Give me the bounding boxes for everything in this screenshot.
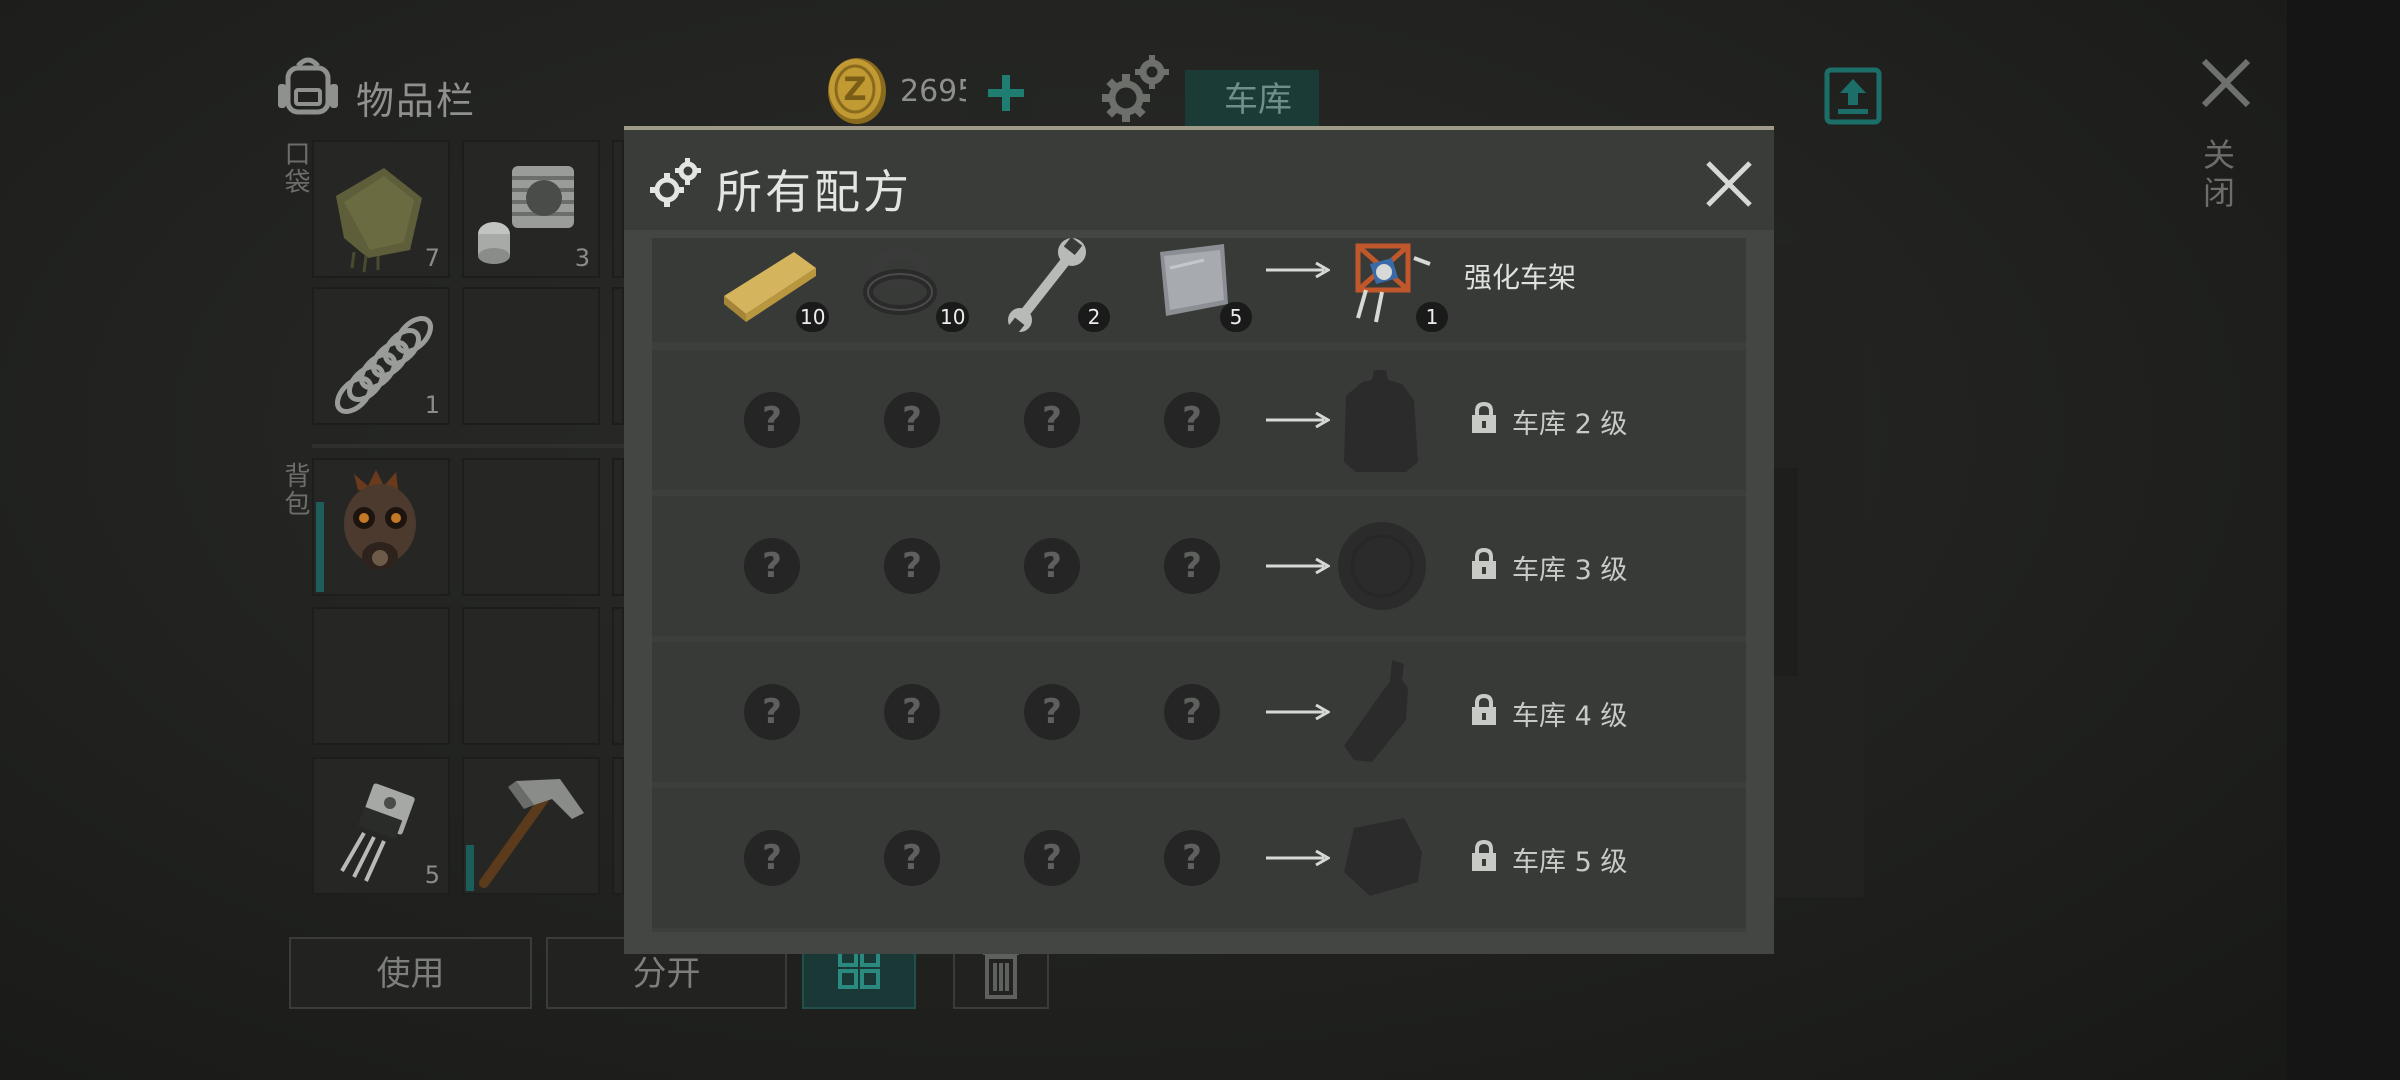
unknown-ingredient-icon: ?	[1024, 684, 1080, 740]
inventory-slot-partial[interactable]	[612, 607, 624, 745]
unknown-ingredient-icon: ?	[1164, 392, 1220, 448]
lock-label: 车库 4 级	[1512, 701, 1628, 732]
inventory-slot-partial[interactable]	[612, 757, 624, 895]
recipe-row-locked[interactable]: ? ? ? ? 车库 2 级	[652, 350, 1746, 490]
ingredient-count: 10	[796, 302, 830, 332]
result-count: 1	[1416, 302, 1448, 332]
unknown-ingredient-icon: ?	[884, 392, 940, 448]
inventory-divider	[312, 444, 630, 448]
inventory-slot-partial[interactable]	[612, 140, 624, 278]
ingredient-count: 2	[1078, 302, 1110, 332]
canister-silhouette-icon	[1344, 370, 1418, 472]
unknown-ingredient-icon: ?	[884, 684, 940, 740]
inventory-slot-transistor[interactable]: 5	[312, 757, 450, 895]
dialog-title: 所有配方	[716, 165, 912, 219]
recipe-row-reinforced-frame[interactable]: 10 10 2 5 1 强化车架	[652, 238, 1746, 342]
pocket-label: 口袋	[280, 140, 310, 196]
recipe-list[interactable]: 10 10 2 5 1 强化车架 ? ? ? ? 车库 2 级 ? ? ? ? …	[652, 238, 1746, 932]
arrow-right-icon	[1266, 261, 1330, 279]
unknown-ingredient-icon: ?	[744, 684, 800, 740]
close-icon	[2201, 58, 2251, 108]
unknown-ingredient-icon: ?	[884, 830, 940, 886]
recipe-row-locked[interactable]: ? ? ? ? 车库 4 级	[652, 642, 1746, 782]
bottle-silhouette-icon	[1344, 660, 1408, 762]
inventory-slot-partial[interactable]	[612, 287, 624, 425]
unknown-ingredient-icon: ?	[744, 830, 800, 886]
lock-label: 车库 3 级	[1512, 555, 1628, 586]
inventory-slot-empty[interactable]	[312, 607, 450, 745]
coin-letter: Z	[843, 70, 866, 108]
upload-icon	[1824, 67, 1882, 125]
result-name: 强化车架	[1464, 261, 1577, 294]
unknown-ingredient-icon: ?	[1164, 684, 1220, 740]
close-icon	[1706, 161, 1752, 207]
recipe-row-locked[interactable]: ? ? ? ? 车库 5 级	[652, 788, 1746, 928]
background-right-strip	[2287, 0, 2400, 1080]
unknown-ingredient-icon: ?	[1024, 392, 1080, 448]
backpack-icon	[278, 57, 338, 115]
lock-label: 车库 5 级	[1512, 847, 1628, 878]
backpack-label: 背包	[280, 462, 310, 518]
slot-count: 3	[574, 244, 590, 272]
inventory-slot-cloth[interactable]: 7	[312, 140, 450, 278]
use-button[interactable]: 使用	[289, 937, 532, 1009]
arrow-right-icon	[1266, 557, 1330, 575]
gears-icon	[650, 158, 701, 207]
close-label[interactable]: 关闭	[2196, 138, 2240, 214]
slot-count: 7	[424, 244, 440, 272]
unknown-ingredient-icon: ?	[1024, 538, 1080, 594]
upload-button[interactable]	[1818, 66, 1882, 125]
inventory-slot-spring[interactable]: 1	[312, 287, 450, 425]
inventory-slot-empty[interactable]	[462, 287, 600, 425]
hammer-icon	[479, 779, 584, 888]
inventory-slot-pickaxe[interactable]	[462, 757, 600, 895]
close-screen-button[interactable]	[2190, 52, 2251, 112]
inventory-title: 物品栏	[356, 79, 477, 123]
block-silhouette-icon	[1344, 818, 1422, 896]
dialog-header: 所有配方	[624, 130, 1774, 230]
recipes-dialog: 所有配方 10 10 2 5 1 强化车架 ? ? ? ? 车库 2 级 ? ?…	[624, 126, 1774, 954]
ingredient-count: 5	[1220, 302, 1252, 332]
arrow-right-icon	[1266, 703, 1330, 721]
inventory-slot-partial[interactable]	[612, 458, 624, 596]
unknown-ingredient-icon: ?	[1164, 830, 1220, 886]
gas-mask-icon	[344, 470, 416, 570]
lock-requirement: 车库 3 级	[1470, 547, 1627, 586]
recipe-row-locked[interactable]: ? ? ? ? 车库 3 级	[652, 496, 1746, 636]
slot-count: 5	[424, 861, 440, 889]
durability-bar	[466, 845, 474, 891]
lock-icon	[1472, 401, 1496, 433]
slot-count: 1	[424, 391, 440, 419]
arrow-right-icon	[1266, 411, 1330, 429]
unknown-ingredient-icon: ?	[1164, 538, 1220, 594]
arrow-right-icon	[1266, 849, 1330, 867]
lock-icon	[1472, 839, 1496, 871]
ingredient-count: 10	[936, 302, 970, 332]
lock-requirement: 车库 5 级	[1470, 839, 1627, 878]
coin-icon: Z	[828, 58, 886, 124]
lock-requirement: 车库 2 级	[1470, 401, 1627, 440]
inventory-slot-empty[interactable]	[462, 458, 600, 596]
tab-garage[interactable]: 车库	[1185, 70, 1319, 128]
coin-count: 2695	[900, 74, 977, 109]
lock-icon	[1472, 547, 1496, 579]
unknown-ingredient-icon: ?	[744, 538, 800, 594]
plus-icon	[988, 75, 1024, 111]
unknown-ingredient-icon: ?	[884, 538, 940, 594]
dialog-close-button[interactable]	[1696, 156, 1752, 210]
wheel-silhouette-icon	[1338, 522, 1426, 610]
add-coins-button[interactable]	[966, 64, 1034, 120]
inventory-slot-empty[interactable]	[462, 607, 600, 745]
gears-icon	[1102, 55, 1169, 122]
durability-bar	[316, 502, 324, 592]
lock-requirement: 车库 4 级	[1470, 693, 1627, 732]
inventory-slot-gas-mask[interactable]	[312, 458, 450, 596]
unknown-ingredient-icon: ?	[1024, 830, 1080, 886]
unknown-ingredient-icon: ?	[744, 392, 800, 448]
inventory-slot-engine-part[interactable]: 3	[462, 140, 600, 278]
lock-label: 车库 2 级	[1512, 409, 1628, 440]
lock-icon	[1472, 693, 1496, 725]
